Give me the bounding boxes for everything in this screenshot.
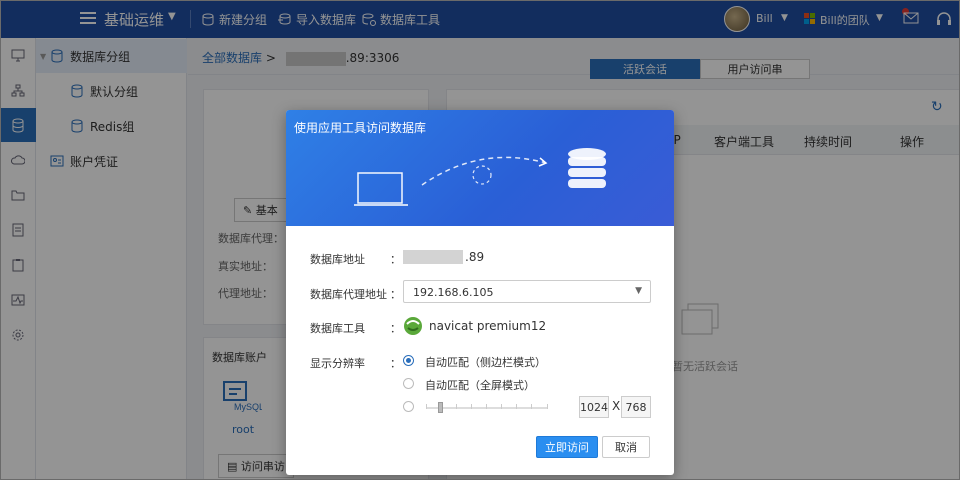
- resolution-fullscreen-radio[interactable]: [403, 378, 414, 389]
- colon: ：: [390, 357, 401, 370]
- resolution-sidebar-radio[interactable]: [403, 355, 414, 366]
- colon: ：: [390, 253, 401, 266]
- resolution-label: 显示分辨率: [310, 357, 365, 370]
- proxy-address-label: 数据库代理地址: [310, 288, 387, 301]
- cancel-button[interactable]: 取消: [602, 436, 650, 458]
- db-address-value: .89: [465, 250, 485, 264]
- slider-tick: [516, 404, 517, 409]
- db-tool-label: 数据库工具: [310, 322, 365, 335]
- dialog-title: 使用应用工具访问数据库: [294, 121, 427, 135]
- proxy-address-value: 192.168.6.105: [413, 286, 494, 299]
- colon: ：: [390, 322, 401, 335]
- chevron-down-icon: ▼: [635, 286, 642, 296]
- connection-illustration: [354, 148, 606, 206]
- access-now-button[interactable]: 立即访问: [536, 436, 598, 458]
- access-db-dialog: 使用应用工具访问数据库 数据库地址 ： .89 数据库代理地址 ： 192.16…: [286, 110, 674, 475]
- resolution-width-input[interactable]: 1024: [579, 396, 609, 418]
- colon: ：: [390, 288, 401, 301]
- db-tool-value: navicat premium12: [429, 319, 547, 333]
- slider-tick: [547, 404, 548, 409]
- resolution-slider[interactable]: [426, 402, 548, 413]
- slider-tick: [531, 404, 532, 409]
- resolution-x-label: X: [612, 399, 621, 413]
- proxy-address-select[interactable]: 192.168.6.105 ▼: [403, 280, 651, 303]
- slider-tick: [471, 404, 472, 409]
- masked-db-address: [403, 250, 463, 264]
- slider-track: [426, 407, 548, 409]
- navicat-icon: [404, 317, 422, 335]
- slider-tick: [486, 404, 487, 409]
- slider-tick: [501, 404, 502, 409]
- slider-tick: [426, 404, 427, 409]
- resolution-custom-radio[interactable]: [403, 401, 414, 412]
- dialog-header: 使用应用工具访问数据库: [286, 110, 674, 226]
- resolution-sidebar-label[interactable]: 自动匹配（侧边栏模式）: [425, 354, 546, 370]
- db-address-label: 数据库地址: [310, 253, 365, 266]
- slider-tick: [456, 404, 457, 409]
- slider-handle[interactable]: [438, 402, 443, 413]
- resolution-height-input[interactable]: 768: [621, 396, 651, 418]
- resolution-fullscreen-label[interactable]: 自动匹配（全屏模式）: [425, 377, 535, 393]
